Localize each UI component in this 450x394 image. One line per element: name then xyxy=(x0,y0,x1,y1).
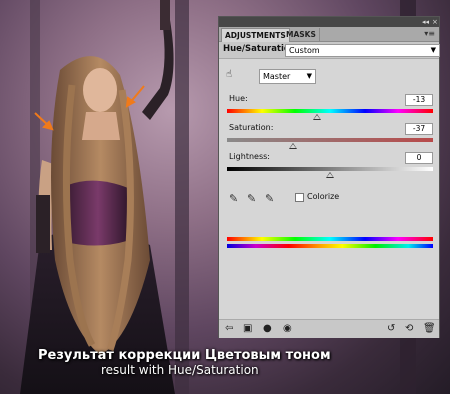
preset-dropdown[interactable]: Custom ▼ xyxy=(285,44,440,57)
panel-tabs: ADJUSTMENTS MASKS ▾≡ xyxy=(219,27,439,42)
panel-title-strip: ◂◂ × xyxy=(219,17,439,27)
hue-value-field[interactable]: -13 xyxy=(405,94,433,106)
hue-label: Hue: xyxy=(229,94,248,103)
arrow-right-icon xyxy=(125,85,145,108)
panel-menu-icon[interactable]: ▾≡ xyxy=(424,29,435,38)
adjustments-panel: ◂◂ × ADJUSTMENTS MASKS ▾≡ Hue/Saturation… xyxy=(218,16,440,338)
close-icon[interactable]: × xyxy=(432,17,438,27)
lightness-label: Lightness: xyxy=(229,152,270,161)
channel-dropdown[interactable]: Master ▼ xyxy=(259,69,316,84)
expand-view-icon[interactable]: ▣ xyxy=(243,323,252,334)
reset-icon[interactable]: ⟲ xyxy=(405,323,413,334)
tab-adjustments[interactable]: ADJUSTMENTS xyxy=(221,28,290,42)
eyedropper-icon[interactable]: ✎ xyxy=(229,192,238,205)
back-icon[interactable]: ⇦ xyxy=(225,323,233,334)
input-range-bar xyxy=(227,237,433,241)
saturation-slider-track[interactable] xyxy=(227,138,433,142)
chevron-down-icon: ▼ xyxy=(306,72,312,80)
clip-to-layer-icon[interactable]: ● xyxy=(263,323,272,334)
hue-slider-thumb[interactable] xyxy=(313,114,321,120)
hue-slider-track[interactable] xyxy=(227,109,433,113)
channel-value: Master xyxy=(263,72,291,81)
tab-masks[interactable]: MASKS xyxy=(283,28,320,41)
colorize-checkbox[interactable] xyxy=(295,193,304,202)
saturation-label: Saturation: xyxy=(229,123,274,132)
adjustment-header: Hue/Saturation Custom ▼ xyxy=(219,42,440,59)
trash-icon[interactable]: 🗑 xyxy=(423,323,436,334)
preset-value: Custom xyxy=(289,46,320,55)
lightness-slider-thumb[interactable] xyxy=(326,172,334,178)
caption-russian: Результат коррекции Цветовым тоном xyxy=(38,348,331,363)
lightness-slider-track[interactable] xyxy=(227,167,433,171)
saturation-value-field[interactable]: -37 xyxy=(405,123,433,135)
saturation-slider-thumb[interactable] xyxy=(289,143,297,149)
lightness-value-field[interactable]: 0 xyxy=(405,152,433,164)
visibility-eye-icon[interactable]: ◉ xyxy=(283,323,292,334)
caption-english: result with Hue/Saturation xyxy=(101,363,259,377)
collapse-icon[interactable]: ◂◂ xyxy=(422,17,429,27)
colorize-label: Colorize xyxy=(307,192,340,201)
on-image-adjust-icon[interactable]: ☝ xyxy=(226,69,232,80)
eyedropper-minus-icon[interactable]: ✎ xyxy=(265,192,274,205)
previous-state-icon[interactable]: ↺ xyxy=(387,323,395,334)
chevron-down-icon: ▼ xyxy=(430,46,436,54)
panel-footer: ⇦ ▣ ● ◉ ↺ ⟲ 🗑 xyxy=(219,319,439,338)
eyedropper-plus-icon[interactable]: ✎ xyxy=(247,192,256,205)
output-range-bar xyxy=(227,244,433,248)
